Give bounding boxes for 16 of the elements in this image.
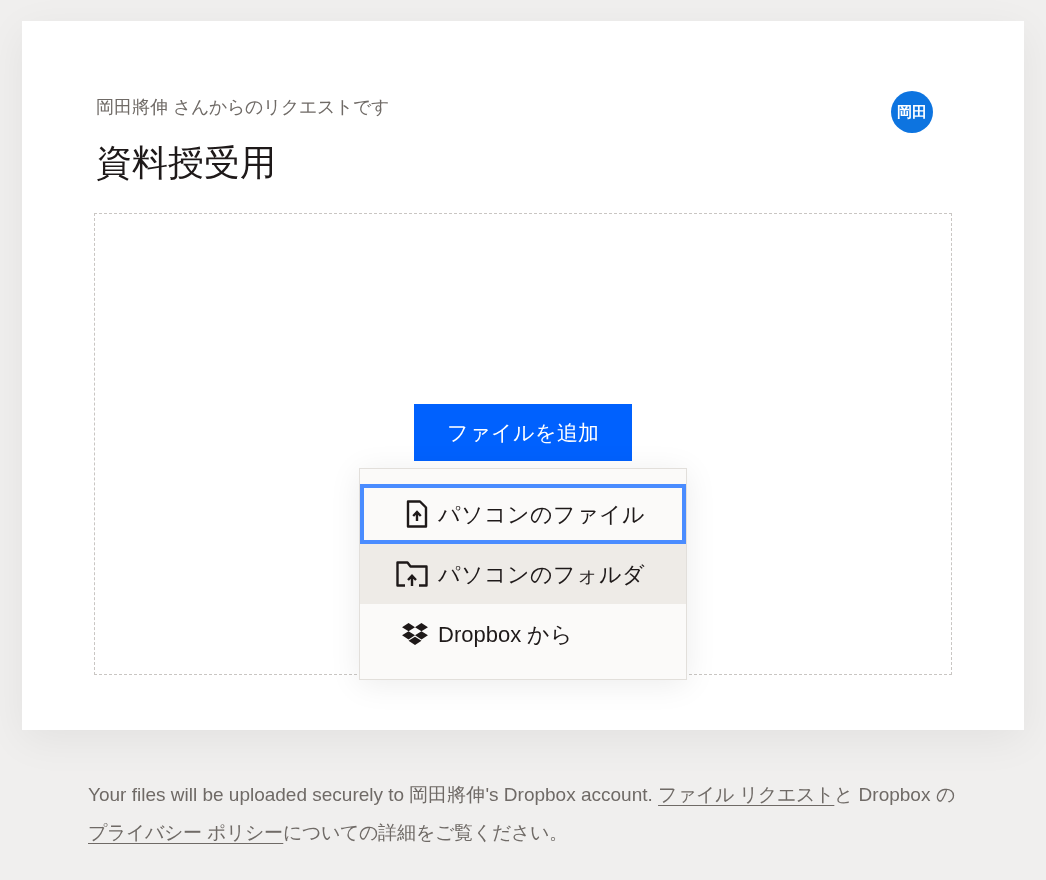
request-subtitle: 岡田將伸 さんからのリクエストです — [96, 96, 389, 119]
logo-icon — [402, 623, 428, 645]
avatar-badge: 岡田 — [891, 91, 933, 133]
menu-item-label: パソコンのフォルダ — [438, 560, 645, 589]
file-request-link[interactable]: ファイル リクエスト — [658, 784, 835, 805]
menu-item[interactable]: パソコンのフォルダ — [360, 544, 686, 604]
add-files-button[interactable]: ファイルを追加 — [414, 404, 632, 461]
request-title: 資料授受用 — [96, 141, 277, 185]
folder-upload-icon — [396, 561, 428, 587]
menu-item-label: Dropbox から — [438, 620, 574, 649]
file-upload-icon — [406, 500, 428, 528]
menu-item[interactable]: Dropbox から — [360, 604, 686, 664]
menu-item-label: パソコンのファイル — [438, 500, 645, 529]
footer-note: Your files will be uploaded securely to 岡田將伸's Dropbox account. ファイル リクエスト と Dropbox の プライバシー ポリシーについての詳細をご覧ください。 — [88, 783, 956, 845]
menu-item[interactable]: パソコンのファイル — [360, 484, 686, 544]
privacy-policy-link[interactable]: プライバシー ポリシー — [88, 822, 284, 843]
